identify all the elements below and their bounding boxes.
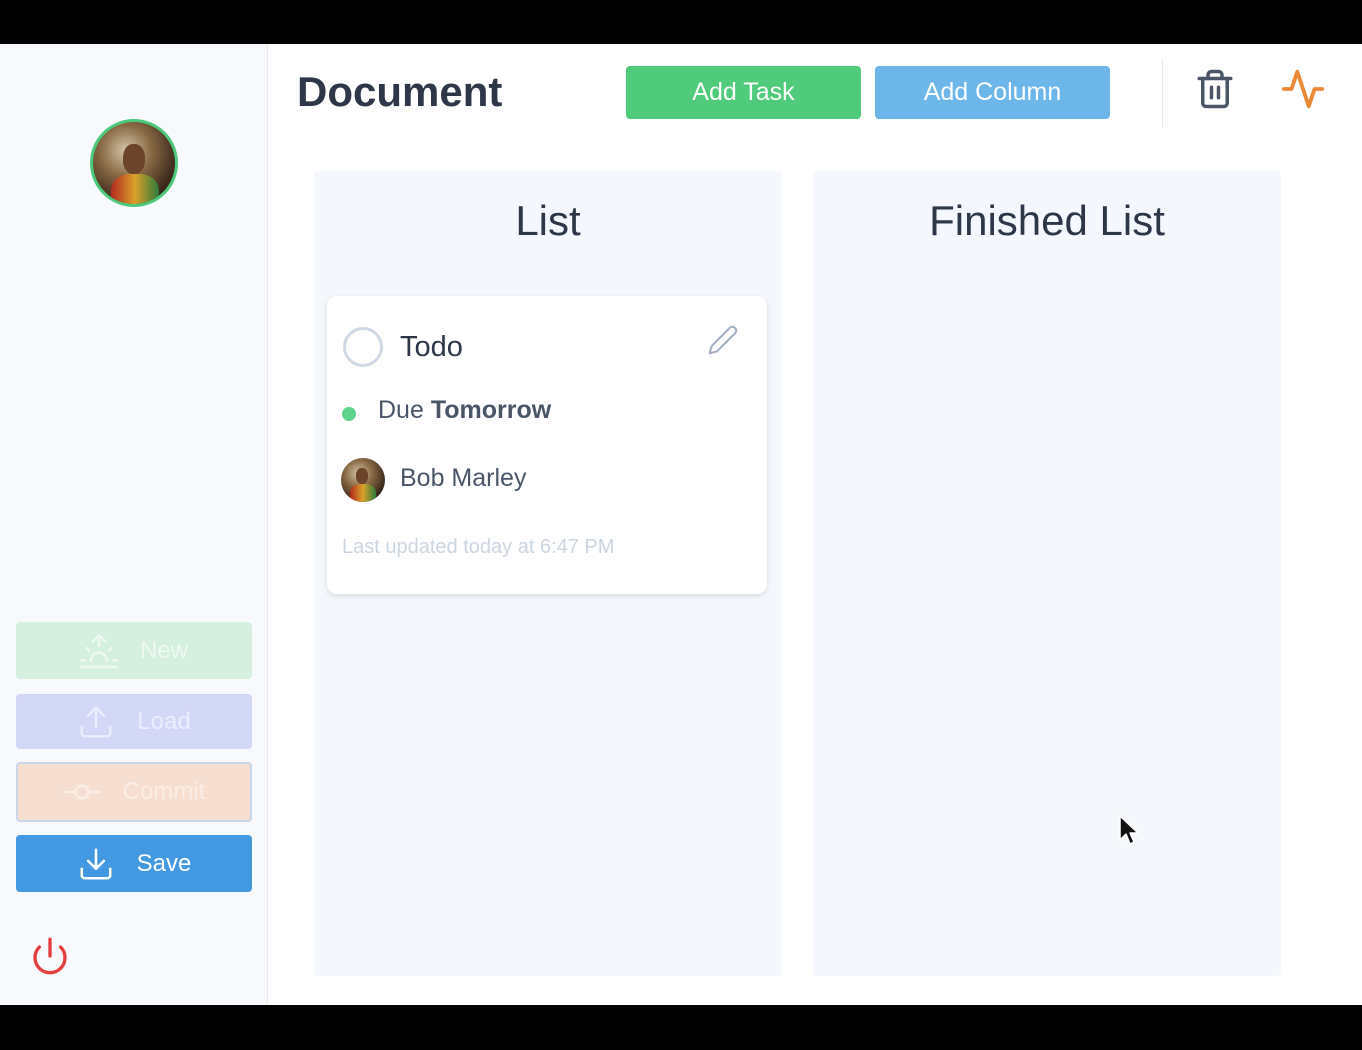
mouse-cursor-icon [1119,815,1139,845]
assignee-avatar [341,458,385,502]
screen-top-border [0,0,1362,44]
due-value: Tomorrow [430,396,552,424]
load-button[interactable]: Load [16,694,252,749]
user-avatar[interactable] [90,119,178,207]
due-prefix: Due [378,396,424,424]
column-title: Finished List [929,197,1165,244]
column-title: List [515,197,581,244]
last-updated: Last updated today at 6:47 PM [342,536,615,558]
activity-icon[interactable] [1280,66,1326,112]
task-title: Todo [400,331,463,363]
app-window: New Load Commit Save Document Add Task A… [0,44,1362,1005]
avatar-shirt [111,174,159,204]
sunrise-icon [80,633,118,668]
sidebar: New Load Commit Save [0,44,268,1005]
avatar-face [356,468,368,484]
screen-bottom-border [0,1005,1362,1050]
due-date: Due Tomorrow [378,396,551,425]
add-column-button[interactable]: Add Column [875,66,1110,119]
upload-icon [80,705,112,738]
assignee-name: Bob Marley [400,464,527,492]
power-icon[interactable] [30,936,70,976]
task-card[interactable]: Todo Due Tomorrow Bob Marley Last update… [327,296,767,594]
download-icon [80,847,112,880]
due-status-dot [342,407,356,421]
load-button-label: Load [137,707,191,735]
column-list[interactable]: List Todo Due Tomorrow Bob Marley Last u… [314,171,782,976]
trash-icon[interactable] [1194,66,1236,112]
git-commit-icon [63,784,101,800]
page-title: Document [297,68,503,115]
save-button-label: Save [136,849,192,877]
avatar-shirt [350,484,376,502]
new-button[interactable]: New [16,622,252,679]
new-button-label: New [139,636,188,664]
avatar-face [123,144,145,174]
commit-button[interactable]: Commit [16,762,252,822]
pencil-icon[interactable] [707,324,739,356]
add-task-button[interactable]: Add Task [626,66,861,119]
task-complete-checkbox[interactable] [343,327,383,367]
column-finished-list[interactable]: Finished List [813,171,1281,976]
header-divider [1162,59,1163,127]
save-button[interactable]: Save [16,835,252,892]
commit-button-label: Commit [122,778,206,805]
